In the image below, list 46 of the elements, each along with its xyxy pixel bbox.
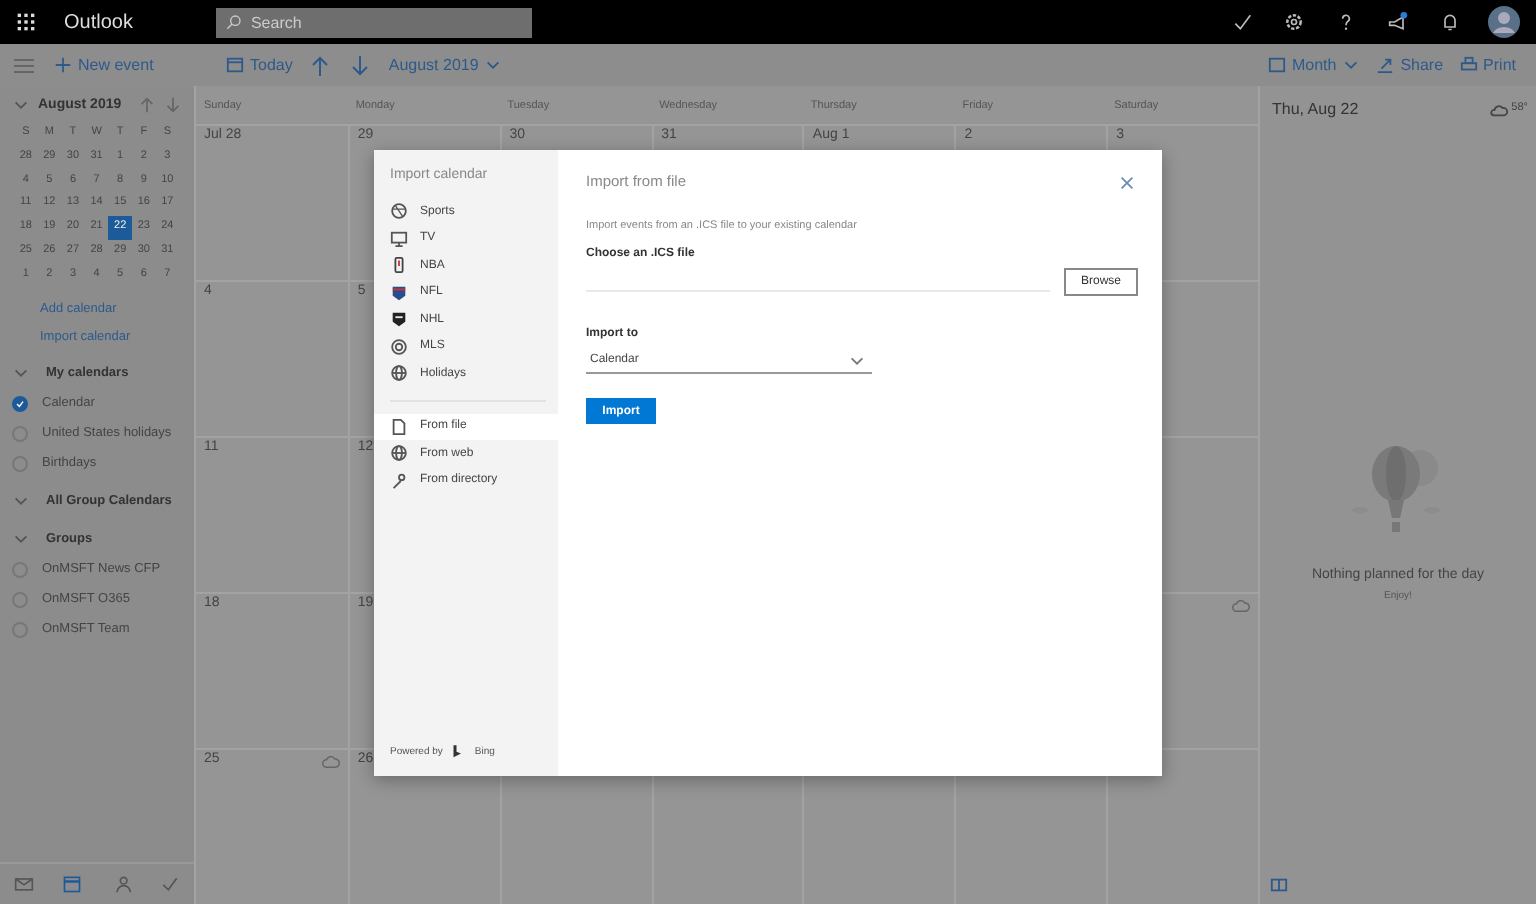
globe-icon — [390, 444, 408, 463]
phone-icon — [390, 256, 408, 275]
chevron-down-icon — [484, 56, 503, 74]
period-dropdown[interactable]: August 2019 — [388, 56, 503, 74]
monitor-icon — [390, 229, 408, 248]
menu-icon[interactable] — [12, 53, 36, 77]
checkmark-icon[interactable] — [1232, 12, 1252, 32]
checkmark-icon[interactable] — [159, 874, 180, 894]
arrow-up-icon[interactable] — [308, 53, 333, 77]
printer-icon — [1459, 56, 1478, 74]
b-logo-icon — [452, 744, 465, 760]
chevron-down-icon — [1342, 56, 1361, 74]
today-button[interactable]: Today — [226, 56, 293, 74]
shield-icon — [390, 310, 408, 329]
avatar-icon[interactable] — [1488, 6, 1520, 38]
ball-icon — [390, 337, 408, 356]
plus-icon — [54, 56, 72, 74]
bell-icon[interactable] — [1440, 12, 1460, 32]
search-field[interactable]: Search — [216, 7, 533, 37]
help-icon[interactable] — [1336, 12, 1356, 32]
new-event-button[interactable]: New event — [54, 56, 154, 74]
arrow-up-icon[interactable] — [137, 96, 156, 114]
search-icon — [226, 14, 243, 30]
globe-icon — [390, 364, 408, 383]
day-title: Thu, Aug 22 — [1272, 99, 1359, 117]
sun-cloud-icon — [1489, 99, 1508, 117]
ball-icon — [390, 202, 408, 221]
app-name[interactable]: Outlook — [64, 11, 133, 33]
print-button[interactable]: Print — [1459, 56, 1516, 74]
settings-icon[interactable] — [1284, 12, 1304, 32]
mail-icon[interactable] — [14, 874, 35, 894]
document-icon — [390, 417, 408, 436]
arrow-down-icon[interactable] — [163, 96, 182, 114]
share-button[interactable]: Share — [1376, 56, 1444, 74]
close-button[interactable] — [1116, 172, 1138, 194]
expand-icon[interactable] — [1270, 875, 1288, 893]
calendar-checkbox[interactable] — [12, 395, 28, 412]
collapse-icon[interactable] — [12, 96, 30, 114]
share-icon — [1376, 56, 1395, 74]
view-dropdown[interactable]: Month — [1267, 56, 1361, 74]
app-launcher-icon[interactable] — [16, 12, 36, 32]
arrow-down-icon[interactable] — [348, 53, 373, 77]
shield-icon — [390, 283, 408, 302]
megaphone-icon[interactable] — [1388, 12, 1408, 32]
search-input[interactable]: Search — [250, 13, 491, 31]
people-icon[interactable] — [111, 874, 132, 894]
